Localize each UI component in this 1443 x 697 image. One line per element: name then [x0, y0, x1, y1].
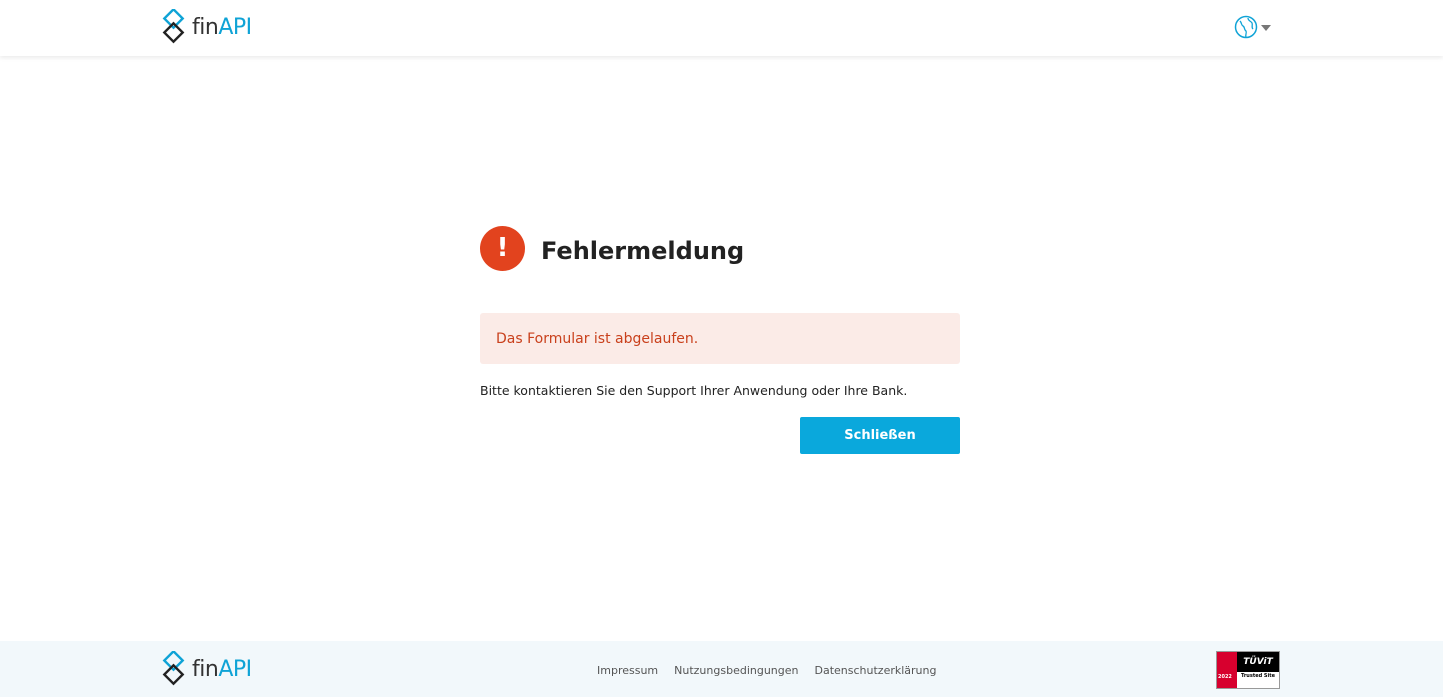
certificate-brand: TÜViT: [1237, 652, 1279, 672]
finapi-logo[interactable]: finAPI: [160, 9, 252, 47]
finapi-logo-icon: [162, 651, 185, 686]
footer-finapi-logo[interactable]: finAPI: [160, 651, 252, 689]
error-title-row: ! Fehlermeldung: [480, 225, 960, 271]
certificate-year: 2022: [1218, 674, 1232, 680]
globe-icon: [1234, 15, 1258, 39]
finapi-logo-icon: [162, 9, 185, 44]
footer: finAPI Impressum Nutzungsbedingungen Dat…: [0, 641, 1443, 697]
page-title: Fehlermeldung: [541, 237, 745, 265]
error-icon: !: [480, 225, 525, 271]
language-selector[interactable]: [1234, 15, 1271, 39]
support-text: Bitte kontaktieren Sie den Support Ihrer…: [480, 383, 908, 398]
certificate-label: Trusted Site: [1240, 673, 1276, 679]
certificate-red-band: 2022: [1217, 652, 1237, 688]
footer-link-impressum[interactable]: Impressum: [597, 664, 658, 677]
error-alert: Das Formular ist abgelaufen.: [480, 313, 960, 364]
finapi-logo-text: finAPI: [192, 15, 252, 40]
header: finAPI: [0, 0, 1443, 56]
finapi-logo-text: finAPI: [192, 657, 252, 682]
footer-link-nutzungsbedingungen[interactable]: Nutzungsbedingungen: [674, 664, 798, 677]
footer-link-datenschutz[interactable]: Datenschutzerklärung: [815, 664, 937, 677]
close-button[interactable]: Schließen: [800, 417, 960, 454]
error-panel: ! Fehlermeldung Das Formular ist abgelau…: [480, 225, 960, 454]
chevron-down-icon: [1261, 25, 1271, 31]
certificate-body: TÜViT Trusted Site: [1237, 652, 1279, 688]
tuvit-certificate-badge[interactable]: 2022 TÜViT Trusted Site: [1216, 651, 1280, 689]
footer-links: Impressum Nutzungsbedingungen Datenschut…: [597, 664, 936, 677]
error-alert-message: Das Formular ist abgelaufen.: [496, 330, 699, 347]
